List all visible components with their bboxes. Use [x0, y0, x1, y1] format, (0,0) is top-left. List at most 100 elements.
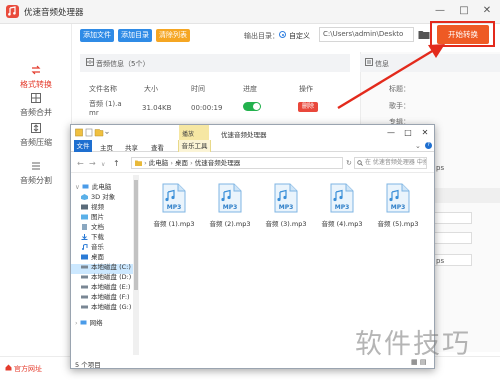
- mp3-file-icon: MP3: [162, 183, 186, 213]
- tree-item-documents[interactable]: 文档: [81, 221, 104, 231]
- custom-dir-radio[interactable]: [279, 31, 286, 38]
- folder-icon[interactable]: [418, 29, 430, 40]
- svg-text:MP3: MP3: [279, 204, 294, 211]
- ribbon-tab-music-tools[interactable]: 音乐工具: [178, 140, 211, 152]
- tree-item-drive-e[interactable]: 本地磁盘 (E:): [81, 281, 130, 291]
- column-header-progress: 进度: [243, 85, 257, 93]
- tree-item-pictures[interactable]: 图片: [81, 211, 104, 221]
- minimize-button[interactable]: —: [432, 3, 448, 19]
- ribbon-tab-file[interactable]: 文件: [74, 140, 92, 152]
- sidebar-item-merge[interactable]: 音频合并: [0, 92, 72, 118]
- explorer-maximize-button[interactable]: □: [402, 126, 414, 139]
- help-icon[interactable]: ?: [425, 142, 432, 149]
- info-label-title: 标题：: [389, 85, 410, 93]
- file-item[interactable]: MP3 音频 (2).mp3: [209, 183, 251, 228]
- maximize-button[interactable]: □: [456, 3, 472, 19]
- explorer-close-button[interactable]: ✕: [419, 126, 431, 139]
- file-item[interactable]: MP3 音频 (5).mp3: [377, 183, 419, 228]
- progress-toggle[interactable]: [243, 102, 261, 111]
- column-header-action: 操作: [299, 85, 313, 93]
- info-partial-ps-2: ps: [436, 257, 445, 265]
- column-header-time: 时间: [191, 85, 205, 93]
- close-button[interactable]: ✕: [479, 3, 495, 19]
- address-part[interactable]: 优速音频处理器: [195, 159, 241, 167]
- tree-item-drive-g[interactable]: 本地磁盘 (G:): [81, 301, 131, 311]
- output-dir-label: 输出目录：: [244, 32, 279, 40]
- tree-item-this-pc[interactable]: ∨ 此电脑: [75, 181, 111, 191]
- drive-icon: [81, 295, 88, 299]
- 3d-objects-icon: [81, 194, 88, 200]
- mp3-file-icon: MP3: [218, 183, 242, 213]
- video-icon: [81, 204, 88, 210]
- history-chevron-icon[interactable]: ∨: [101, 161, 105, 168]
- document-icon: [82, 224, 87, 230]
- tree-item-drive-f[interactable]: 本地磁盘 (F:): [81, 291, 130, 301]
- file-item[interactable]: MP3 音频 (3).mp3: [265, 183, 307, 228]
- compress-icon: [31, 123, 41, 133]
- tree-item-downloads[interactable]: 下载: [81, 231, 104, 241]
- info-label-artist: 歌手：: [389, 102, 410, 110]
- tree-item-videos[interactable]: 视频: [81, 201, 104, 211]
- row-filename: 音频 (1).a: [89, 100, 122, 108]
- file-name: 音频 (3).mp3: [265, 220, 307, 228]
- nav-scrollbar-thumb[interactable]: [134, 180, 138, 290]
- tree-item-drive-d[interactable]: 本地磁盘 (D:): [81, 271, 131, 281]
- file-item[interactable]: MP3 音频 (1).mp3: [153, 183, 195, 228]
- drive-icon: [81, 305, 88, 309]
- merge-icon: [31, 93, 41, 103]
- back-arrow-icon[interactable]: ←: [77, 159, 84, 168]
- column-header-name: 文件名称: [89, 85, 117, 93]
- address-part[interactable]: 桌面: [175, 159, 188, 167]
- tree-item-drive-c[interactable]: 本地磁盘 (C:): [81, 261, 131, 271]
- row-time: 00:00:19: [191, 104, 223, 112]
- computer-icon: [82, 184, 89, 189]
- setting-dropdown[interactable]: [432, 212, 472, 224]
- folder-icon: [135, 160, 142, 166]
- explorer-minimize-button[interactable]: —: [385, 126, 397, 139]
- sidebar-item-label: 格式转换: [20, 80, 52, 89]
- search-icon: [357, 160, 363, 166]
- output-path-input[interactable]: C:\Users\admin\Deskto: [319, 27, 414, 42]
- search-input[interactable]: 在 优速音频处理器 中搜索: [354, 157, 427, 169]
- tree-item-music[interactable]: 音乐: [81, 241, 104, 251]
- info-panel-title: 信息: [375, 60, 389, 68]
- forward-arrow-icon[interactable]: →: [89, 159, 96, 168]
- ribbon-expand-icon[interactable]: ⌄: [415, 142, 421, 150]
- tree-item-network[interactable]: › 网络: [75, 317, 103, 327]
- mp3-file-icon: MP3: [274, 183, 298, 213]
- tree-item-3d[interactable]: 3D 对象: [81, 191, 115, 201]
- svg-text:MP3: MP3: [167, 204, 182, 211]
- sidebar-item-format-convert[interactable]: 格式转换: [0, 64, 72, 90]
- quick-access-toolbar[interactable]: [75, 128, 109, 137]
- address-bar[interactable]: › 此电脑 › 桌面 › 优速音频处理器: [131, 157, 343, 169]
- file-item[interactable]: MP3 音频 (4).mp3: [321, 183, 363, 228]
- sidebar-item-compress[interactable]: 音频压缩: [0, 122, 72, 148]
- start-convert-button[interactable]: 开始转换: [437, 25, 489, 44]
- sidebar-item-split[interactable]: 音频分割: [0, 160, 72, 186]
- up-arrow-icon[interactable]: ↑: [113, 159, 120, 168]
- download-icon: [81, 234, 88, 240]
- explorer-status-text: 5 个项目: [75, 361, 101, 369]
- music-icon: [82, 244, 88, 250]
- drive-icon: [81, 285, 88, 289]
- clear-list-button[interactable]: 清除列表: [156, 29, 190, 42]
- ribbon-tab-home[interactable]: 主页: [100, 142, 113, 152]
- address-part[interactable]: 此电脑: [149, 159, 169, 167]
- setting-dropdown[interactable]: [432, 232, 472, 244]
- mp3-file-icon: MP3: [330, 183, 354, 213]
- official-site-link[interactable]: 官方网址: [14, 364, 42, 374]
- svg-text:MP3: MP3: [335, 204, 350, 211]
- play-tool-group-label: 播放: [182, 131, 195, 138]
- column-header-size: 大小: [144, 85, 158, 93]
- add-dir-button[interactable]: 添加目录: [118, 29, 152, 42]
- delete-button[interactable]: 删除: [298, 102, 318, 112]
- tree-item-desktop[interactable]: 桌面: [81, 251, 104, 261]
- file-list-title: 音频信息（5个）: [96, 60, 150, 68]
- sidebar-item-label: 音频分割: [20, 176, 52, 185]
- refresh-icon[interactable]: ↻: [346, 159, 352, 167]
- ribbon-tab-share[interactable]: 共享: [125, 142, 138, 152]
- file-name: 音频 (2).mp3: [209, 220, 251, 228]
- add-file-button[interactable]: 添加文件: [80, 29, 114, 42]
- ribbon-tab-view[interactable]: 查看: [151, 142, 164, 152]
- app-logo-icon: [6, 5, 19, 18]
